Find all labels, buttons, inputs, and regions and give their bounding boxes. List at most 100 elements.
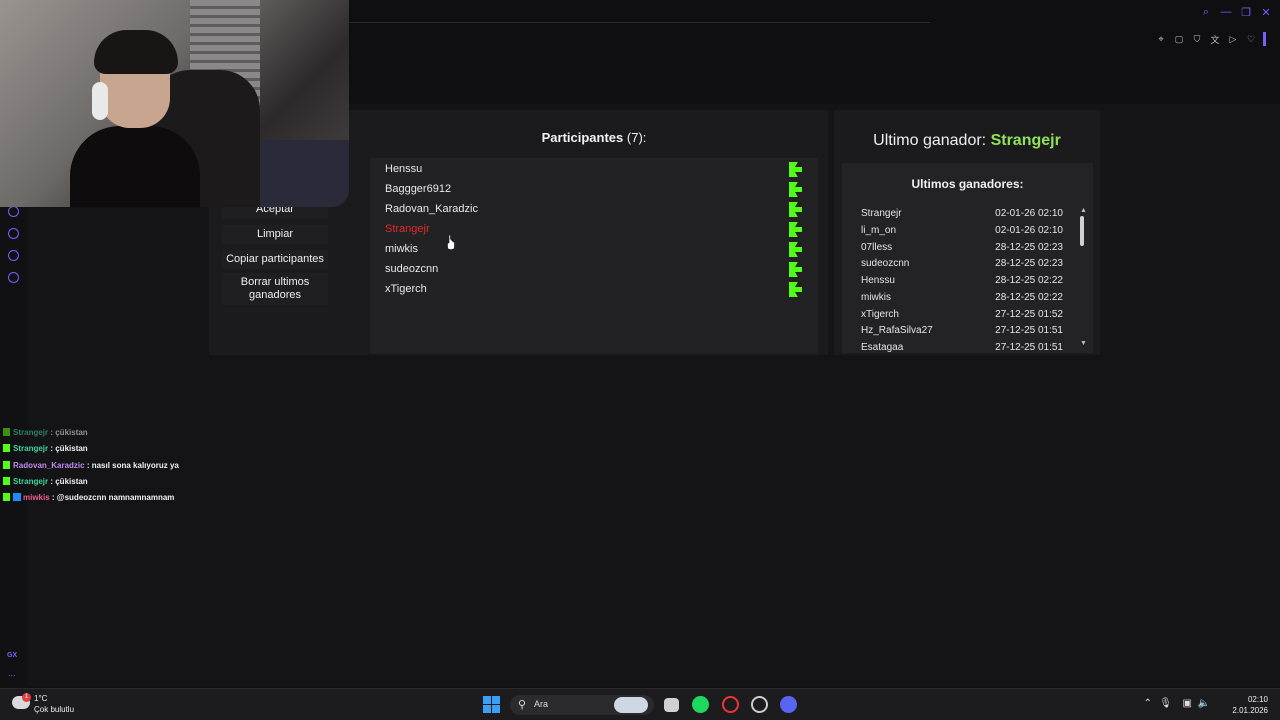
taskbar: 1 1°C Çok bulutlu ⚲ Ara ⌃ 🎙 ▣ 🔈 02:10 2.… [0, 688, 1280, 720]
participant-name: Strangejr [385, 223, 430, 235]
microphone-icon[interactable]: 🎙 [1159, 698, 1172, 709]
winner-date: 28-12-25 02:22 [995, 291, 1063, 303]
winner-name: Esatagaa [861, 342, 904, 353]
snapshot-icon[interactable]: ▢ [1173, 33, 1185, 45]
scroll-down-icon[interactable]: ▼ [1080, 340, 1087, 347]
webcam-overlay [0, 0, 349, 207]
participants-list[interactable]: Henssu Baggger6912 Radovan_Karadzic Strange… [370, 158, 818, 353]
winners-scrollbar[interactable]: ▲ ▼ [1080, 207, 1087, 351]
chat-username: miwkis [23, 493, 50, 503]
taskbar-search[interactable]: ⚲ Ara [510, 695, 654, 715]
kick-icon [3, 460, 10, 469]
scroll-up-icon[interactable]: ▲ [1080, 207, 1087, 214]
shield-icon[interactable]: ⛉ [1191, 33, 1203, 45]
chat-message: Strangejr : çükistan [3, 428, 88, 442]
heart-icon[interactable]: ♡ [1245, 33, 1257, 45]
discord-icon[interactable] [780, 696, 797, 713]
kick-icon [789, 222, 802, 237]
clear-winners-button[interactable]: Borrar ultimos ganadores [222, 273, 328, 305]
windows-icon[interactable] [483, 696, 500, 713]
winner-row: xTigerch 27-12-25 01:52 [861, 309, 1063, 326]
sidebar-player-icon[interactable] [8, 206, 19, 217]
chat-text: : çükistan [48, 444, 88, 454]
participant-row[interactable]: Radovan_Karadzic [385, 200, 805, 220]
weather-temp: 1°C [34, 694, 48, 703]
participant-row[interactable]: xTigerch [385, 280, 805, 300]
winners-list[interactable]: Ultimos ganadores: Strangejr 02-01-26 02:… [842, 163, 1093, 353]
sidebar-extensions-icon[interactable] [8, 250, 19, 261]
kick-icon [789, 242, 802, 257]
winner-row: sudeozcnn 28-12-25 02:23 [861, 258, 1063, 275]
opera-icon[interactable] [722, 696, 739, 713]
kick-icon [3, 493, 10, 502]
translate-icon[interactable]: 文 [1209, 33, 1221, 45]
more-icon[interactable]: ... [8, 668, 16, 678]
chat-text: : çükistan [48, 428, 88, 437]
weather-desc: Çok bulutlu [34, 705, 75, 714]
volume-icon[interactable]: 🔈 [1198, 698, 1210, 709]
winner-name: Henssu [861, 275, 895, 286]
participant-name: Henssu [385, 163, 423, 175]
minimize-icon[interactable]: — [1218, 4, 1234, 20]
kick-icon [789, 262, 802, 277]
last-winner: Ultimo ganador: Strangejr [834, 132, 1100, 150]
extension-toolbar: ⌖ ▢ ⛉ 文 ▷ ♡ [1155, 32, 1266, 46]
mouse-cursor-icon [447, 234, 455, 250]
pin-icon[interactable]: ⌖ [1155, 33, 1167, 45]
spotify-icon[interactable] [692, 696, 709, 713]
chat-text: : nasıl sona kalıyoruz ya [84, 460, 179, 470]
clock-time: 02:10 [1247, 695, 1268, 704]
search-label: Ara [534, 699, 549, 709]
winner-row: Strangejr 02-01-26 02:10 [861, 208, 1063, 225]
participant-row[interactable]: sudeozcnn [385, 260, 805, 280]
winner-row: Henssu 28-12-25 02:22 [861, 275, 1063, 292]
participant-row[interactable]: Henssu [385, 160, 805, 180]
send-icon[interactable]: ▷ [1227, 33, 1239, 45]
last-winner-name: Strangejr [990, 132, 1061, 149]
copy-participants-button[interactable]: Copiar participantes [222, 250, 328, 269]
restore-icon[interactable]: ❐ [1238, 4, 1254, 20]
sidebar-history-icon[interactable] [8, 228, 19, 239]
winner-row: miwkis 28-12-25 02:22 [861, 292, 1063, 309]
kick-icon [789, 282, 802, 297]
file-explorer-icon[interactable] [664, 698, 679, 712]
participant-name: xTigerch [385, 283, 427, 295]
participant-name: miwkis [385, 243, 418, 255]
participants-count: (7): [626, 130, 647, 145]
kick-icon [789, 202, 802, 217]
chat-username: Radovan_Karadzic [13, 460, 85, 470]
kick-icon [3, 444, 10, 453]
clock[interactable]: 02:10 2.01.2026 [1232, 694, 1268, 716]
network-icon[interactable]: ▣ [1183, 698, 1192, 709]
scroll-thumb[interactable] [1080, 216, 1084, 246]
chevron-up-icon[interactable]: ⌃ [1144, 698, 1152, 709]
chat-message: miwkis : @sudeozcnn namnamnamnam [3, 493, 174, 507]
winner-date: 02-01-26 02:10 [995, 208, 1063, 219]
participant-row[interactable]: Baggger6912 [385, 180, 805, 200]
last-winner-label: Ultimo ganador: [873, 132, 987, 149]
streamer-torso [70, 126, 200, 207]
gx-sidebar: GX ... [0, 200, 28, 686]
search-icon[interactable]: ⌕ [1198, 4, 1214, 20]
chat-text: : @sudeozcnn namnamnamnam [49, 493, 175, 503]
winner-date: 28-12-25 02:22 [995, 275, 1063, 286]
clear-button[interactable]: Limpiar [222, 225, 328, 244]
sidebar-settings-icon[interactable] [8, 272, 19, 283]
weather-badge: 1 [22, 693, 31, 702]
chat-username: Strangejr [13, 428, 49, 437]
winner-name: xTigerch [861, 308, 899, 320]
winner-name: li_m_on [861, 224, 897, 236]
sidebar-toggle[interactable] [1263, 32, 1266, 46]
chat-message: Strangejr : çükistan [3, 476, 88, 491]
close-icon[interactable]: ✕ [1258, 4, 1274, 20]
search-icon: ⚲ [518, 699, 527, 711]
winner-name: sudeozcnn [861, 258, 910, 270]
winner-date: 27-12-25 01:52 [995, 308, 1063, 320]
chat-username: Strangejr [13, 476, 49, 486]
weather-widget[interactable]: 1 1°C Çok bulutlu [12, 693, 112, 717]
winner-name: miwkis [861, 291, 891, 303]
headset [92, 82, 108, 120]
winner-name: Hz_RafaSilva27 [861, 325, 933, 337]
steam-icon[interactable] [751, 696, 768, 713]
kick-icon [3, 476, 10, 485]
